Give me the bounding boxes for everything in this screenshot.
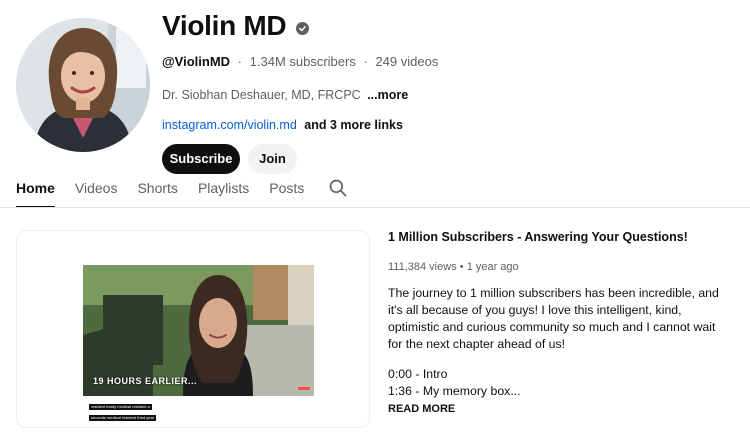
description-more-link[interactable]: ...more <box>367 88 408 102</box>
tabs-divider <box>0 207 750 208</box>
channel-actions: Subscribe Join <box>162 144 722 174</box>
instagram-link[interactable]: instagram.com/violin.md <box>162 118 297 132</box>
subscriber-count: 1.34M subscribers <box>249 54 356 69</box>
join-button[interactable]: Join <box>248 144 297 174</box>
featured-video-info: 1 Million Subscribers - Answering Your Q… <box>388 228 728 416</box>
caption-line: resident frosty medical resident a <box>89 404 152 410</box>
tab-home[interactable]: Home <box>16 174 55 208</box>
video-overlay-text: 19 HOURS EARLIER... <box>93 376 198 386</box>
verified-check-icon <box>296 21 310 35</box>
chapter-item[interactable]: 0:00 - Intro <box>388 366 728 383</box>
tab-playlists[interactable]: Playlists <box>198 174 249 208</box>
avatar-image <box>16 18 150 152</box>
subscribe-button[interactable]: Subscribe <box>162 144 240 174</box>
upload-age: 1 year ago <box>466 261 519 273</box>
channel-avatar[interactable] <box>16 18 150 152</box>
channel-header: Violin MD @ViolinMD · 1.34M subscribers … <box>162 8 722 174</box>
search-icon[interactable] <box>328 178 348 198</box>
caption-line: seconds medical resident third-year <box>89 415 157 421</box>
channel-meta: @ViolinMD · 1.34M subscribers · 249 vide… <box>162 54 439 69</box>
channel-tabs: Home Videos Shorts Playlists Posts <box>16 174 348 208</box>
featured-video-title[interactable]: 1 Million Subscribers - Answering Your Q… <box>388 228 728 246</box>
featured-video-description: The journey to 1 million subscribers has… <box>388 286 719 351</box>
featured-video-thumbnail[interactable]: 19 HOURS EARLIER... <box>83 265 314 396</box>
tab-videos[interactable]: Videos <box>75 174 118 208</box>
video-progress-marker <box>298 387 310 390</box>
featured-video-meta: 111,384 views • 1 year ago <box>388 261 519 273</box>
video-captions: resident frosty medical resident a secon… <box>89 404 157 426</box>
channel-name: Violin MD <box>162 10 287 41</box>
channel-handle: @ViolinMD <box>162 54 231 69</box>
channel-links: instagram.com/violin.md and 3 more links <box>162 116 722 134</box>
view-count: 111,384 views <box>388 261 457 273</box>
read-more-link[interactable]: READ MORE <box>388 402 728 416</box>
video-count: 249 videos <box>375 54 439 69</box>
channel-description-text: Dr. Siobhan Deshauer, MD, FRCPC <box>162 88 361 102</box>
chapter-list: 0:00 - Intro 1:36 - My memory box... <box>388 366 728 400</box>
channel-description[interactable]: Dr. Siobhan Deshauer, MD, FRCPC ...more <box>162 86 722 104</box>
chapter-item[interactable]: 1:36 - My memory box... <box>388 383 728 400</box>
tab-shorts[interactable]: Shorts <box>137 174 177 208</box>
tab-posts[interactable]: Posts <box>269 174 304 208</box>
more-links-button[interactable]: and 3 more links <box>304 118 403 132</box>
